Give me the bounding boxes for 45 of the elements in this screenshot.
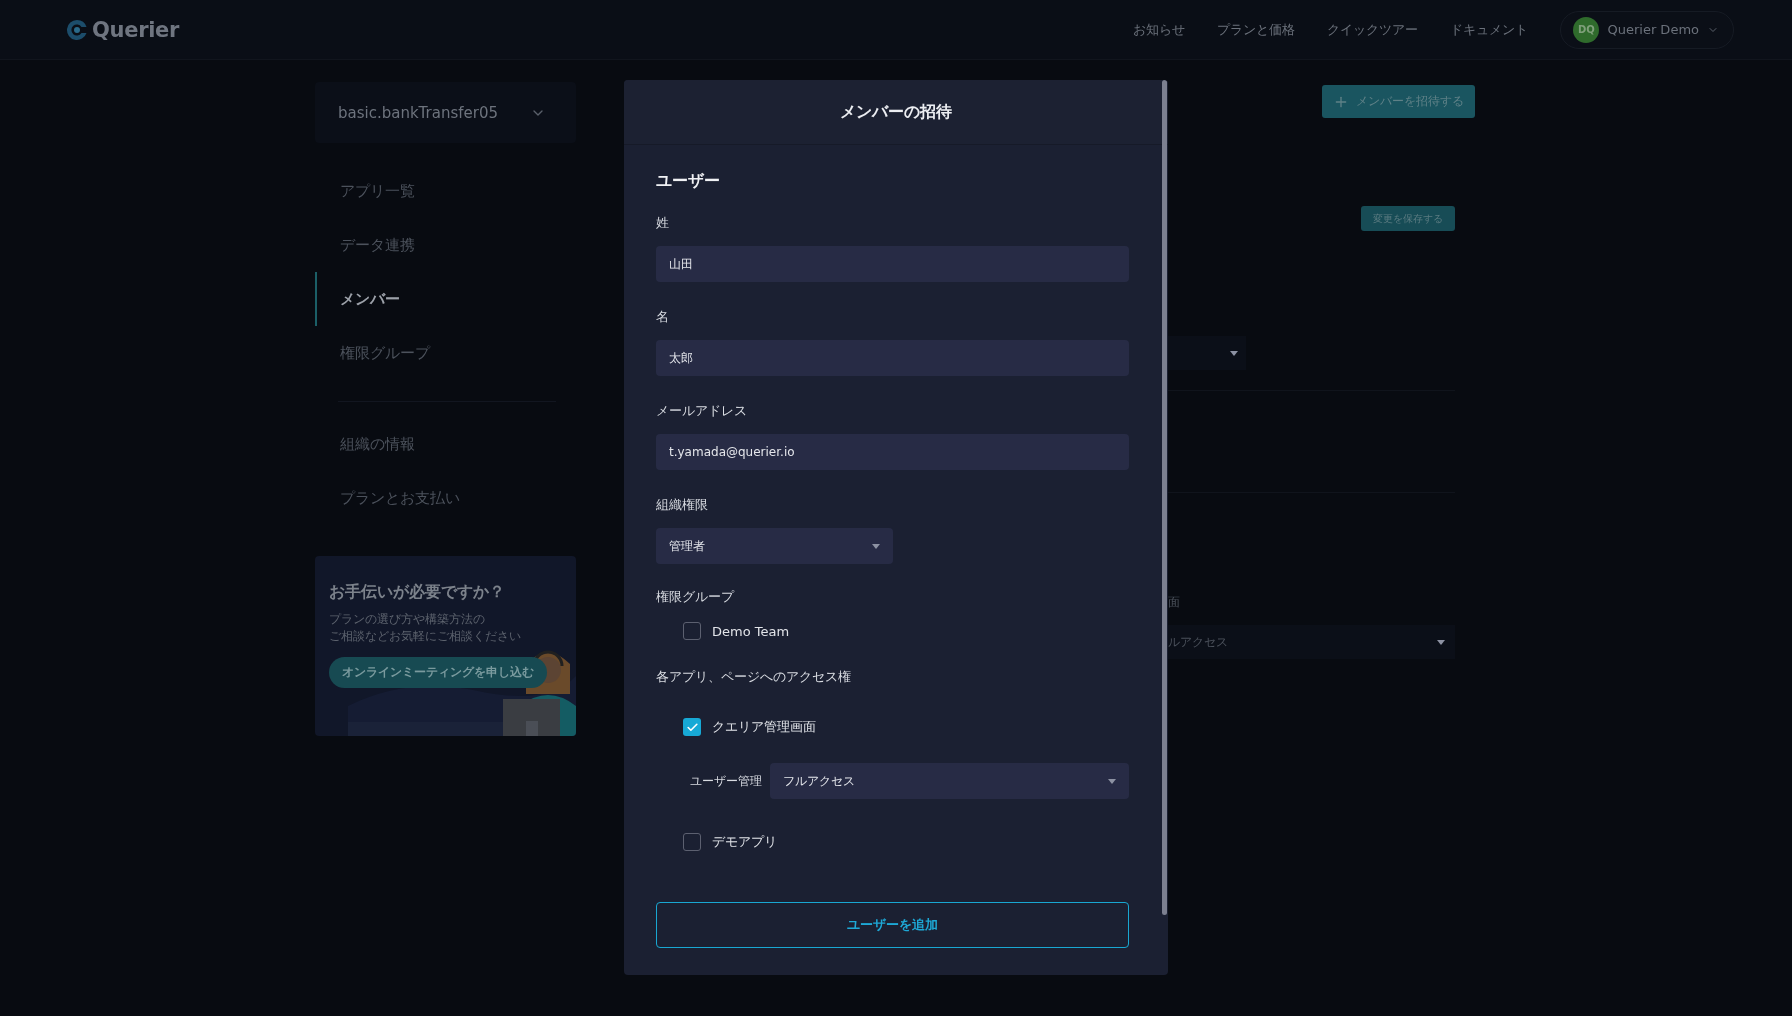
permission-label: ユーザー管理	[690, 772, 762, 790]
logo-text: Querier	[92, 17, 180, 42]
check-icon	[685, 720, 699, 734]
field-label: 名	[656, 308, 670, 326]
scrollbar[interactable]	[1162, 80, 1167, 915]
sidebar-item[interactable]: 権限グループ	[315, 326, 576, 380]
sidebar-item[interactable]: 組織の情報	[315, 417, 576, 471]
checkbox[interactable]	[683, 718, 701, 736]
checkbox[interactable]	[683, 833, 701, 851]
checkbox-label[interactable]: デモアプリ	[656, 833, 1129, 851]
select-field[interactable]: ルアクセス	[1168, 625, 1455, 659]
dialog-title: メンバーの招待	[840, 101, 952, 123]
select-field[interactable]: 管理者	[656, 528, 893, 564]
field-label: 権限グループ	[656, 588, 736, 606]
checkbox-label[interactable]: Demo Team	[656, 622, 1129, 640]
account-menu[interactable]: DQ Querier Demo	[1560, 10, 1734, 49]
checkbox[interactable]	[683, 622, 701, 640]
nav-link[interactable]: クイックツアー	[1327, 20, 1419, 39]
app-select[interactable]: basic.bankTransfer05	[315, 82, 576, 143]
nav-link[interactable]: プランと価格	[1217, 20, 1296, 39]
field-label: 組織権限	[656, 496, 709, 514]
sidebar-item[interactable]: データ連携	[315, 218, 576, 272]
checkbox-label[interactable]: クエリア管理画面	[656, 718, 1129, 736]
add-user-button[interactable]: ユーザーを追加	[656, 902, 1129, 948]
help-text: ご相談などお気軽にご相談ください	[329, 628, 521, 645]
sidebar-item[interactable]: メンバー	[315, 272, 576, 326]
sidebar-item[interactable]: プランとお支払い	[315, 471, 576, 525]
select-field[interactable]: フルアクセス	[770, 763, 1129, 799]
avatar: DQ	[1573, 16, 1600, 43]
select-field[interactable]	[1168, 336, 1246, 370]
help-title: お手伝いが必要ですか？	[329, 582, 506, 603]
field-label: 姓	[656, 214, 670, 232]
field-label: 各アプリ、ページへのアクセス権	[656, 668, 852, 686]
field-label: メールアドレス	[656, 402, 748, 420]
logo-icon	[66, 18, 88, 41]
help-text: プランの選び方や構築方法の	[329, 611, 485, 628]
meeting-button[interactable]: オンラインミーティングを申し込む	[329, 657, 547, 688]
field-label: 面	[1168, 594, 1181, 611]
input-field[interactable]: t.yamada@querier.io	[656, 434, 1129, 470]
nav-link[interactable]: お知らせ	[1133, 20, 1186, 39]
nav-link[interactable]: ドキュメント	[1450, 20, 1529, 39]
section-title: ユーザー	[656, 170, 721, 192]
input-field[interactable]: 山田	[656, 246, 1129, 282]
sidebar-item[interactable]: アプリ一覧	[315, 164, 576, 218]
input-field[interactable]: 太郎	[656, 340, 1129, 376]
